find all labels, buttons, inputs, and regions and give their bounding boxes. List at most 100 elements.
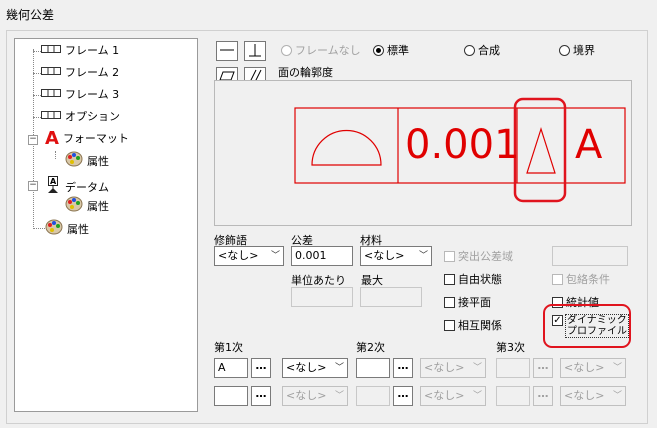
per-unit-label: 単位あたり (291, 274, 346, 287)
radio-circle (281, 44, 292, 56)
secondary-datum-modifier-select-row2[interactable]: <なし> ﹀ (420, 386, 486, 406)
chevron-down-icon: ﹀ (472, 363, 482, 373)
tree-item-label: データム (65, 181, 109, 194)
modifier-value: <なし> (218, 249, 259, 262)
select-value: <なし> (286, 361, 327, 374)
tree-line (55, 151, 56, 159)
tree-item-label: フレーム 1 (65, 44, 120, 57)
tertiary-datum-modifier-select-row2[interactable]: <なし> ﹀ (560, 386, 626, 406)
radio-boundary[interactable]: 境界 (559, 42, 595, 58)
select-value: <なし> (424, 361, 465, 374)
primary-datum-input[interactable]: A (214, 358, 248, 378)
select-value: <なし> (564, 361, 605, 374)
svg-text:A: A (50, 177, 57, 186)
secondary-datum-browse-button[interactable]: … (393, 358, 413, 378)
secondary-datum-modifier-select[interactable]: <なし> ﹀ (420, 358, 486, 378)
tertiary-datum-browse-button[interactable]: … (533, 358, 553, 378)
interrelation-checkbox[interactable]: 相互関係 (444, 317, 502, 333)
checkbox-box: ✓ (552, 315, 563, 326)
tree-item-label: フォーマット (62, 132, 129, 145)
envelope-checkbox[interactable]: 包絡条件 (552, 271, 610, 287)
checkbox-label: 接平面 (458, 296, 491, 309)
checkbox-label: ダイナミック プロファイル (565, 314, 629, 338)
max-label: 最大 (361, 274, 383, 287)
select-value: <なし> (424, 389, 465, 402)
primary-datum-browse-button[interactable]: … (251, 358, 271, 378)
tree-item-attributes[interactable]: 属性 (45, 219, 89, 237)
frame-icon (41, 64, 61, 82)
perpendicularity-icon (247, 43, 263, 60)
settings-tree[interactable]: フレーム 1 フレーム 2 フレーム 3 オプション − A フォーマット 属性 … (14, 38, 198, 412)
tree-item-format-attributes[interactable]: 属性 (65, 151, 109, 169)
projected-zone-input[interactable] (552, 246, 628, 266)
radio-label: 標準 (387, 44, 409, 57)
radio-standard[interactable]: 標準 (373, 42, 409, 58)
radio-label: 境界 (573, 44, 595, 57)
tertiary-datum-label: 第3次 (496, 341, 525, 354)
projected-zone-checkbox[interactable]: 突出公差域 (444, 248, 513, 264)
dynamic-profile-checkbox[interactable]: ✓ ダイナミック プロファイル (552, 314, 629, 338)
tree-item-format[interactable]: A フォーマット (45, 130, 129, 148)
tree-item-datum[interactable]: A データム (45, 176, 109, 194)
radio-composite[interactable]: 合成 (464, 42, 500, 58)
chevron-down-icon: ﹀ (418, 251, 428, 261)
checkbox-label: 相互関係 (458, 319, 502, 332)
primary-datum-modifier-select-row2[interactable]: <なし> ﹀ (282, 386, 348, 406)
chevron-down-icon: ﹀ (612, 363, 622, 373)
tertiary-datum-input[interactable] (496, 358, 530, 378)
secondary-datum-browse-button-row2[interactable]: … (393, 386, 413, 406)
straightness-icon (219, 44, 235, 59)
primary-datum-input-row2[interactable] (214, 386, 248, 406)
frame-icon (41, 86, 61, 104)
modifier-select[interactable]: <なし> ﹀ (214, 246, 284, 266)
radio-label: 合成 (478, 44, 500, 57)
dialog-title: 幾何公差 (6, 8, 55, 22)
preview-panel: 0.001 A (214, 80, 632, 226)
checkbox-label: 突出公差域 (458, 250, 513, 263)
straightness-button[interactable] (216, 41, 238, 61)
tertiary-datum-modifier-select[interactable]: <なし> ﹀ (560, 358, 626, 378)
frame-icon (41, 108, 61, 126)
tertiary-datum-input-row2[interactable] (496, 386, 530, 406)
tree-item-label: オプション (65, 110, 120, 123)
checkbox-label-line: ダイナミック (567, 315, 627, 326)
palette-icon (65, 196, 83, 218)
chevron-down-icon: ﹀ (270, 251, 280, 261)
tertiary-datum-browse-button-row2[interactable]: … (533, 386, 553, 406)
radio-no-frame[interactable]: フレームなし (281, 42, 361, 58)
palette-icon (65, 151, 83, 173)
free-state-checkbox[interactable]: 自由状態 (444, 271, 502, 287)
max-input[interactable] (360, 287, 422, 307)
per-unit-input[interactable] (291, 287, 353, 307)
tree-item-label: フレーム 2 (65, 66, 120, 79)
primary-datum-browse-button-row2[interactable]: … (251, 386, 271, 406)
secondary-datum-label: 第2次 (356, 341, 385, 354)
collapse-datum-toggle[interactable]: − (28, 181, 38, 191)
tree-item-frame-3[interactable]: フレーム 3 (41, 86, 119, 104)
tree-item-label: 属性 (67, 223, 89, 236)
tree-item-label: 属性 (87, 200, 109, 213)
secondary-datum-input-row2[interactable] (356, 386, 390, 406)
chevron-down-icon: ﹀ (334, 391, 344, 401)
radio-circle (559, 44, 570, 56)
checkbox-label: 包絡条件 (566, 273, 610, 286)
primary-datum-modifier-select[interactable]: <なし> ﹀ (282, 358, 348, 378)
collapse-format-toggle[interactable]: − (28, 135, 38, 145)
tolerance-input[interactable]: 0.001 (291, 246, 353, 266)
checkbox-label: 自由状態 (458, 273, 502, 286)
checkbox-box (444, 250, 455, 262)
tree-item-frame-2[interactable]: フレーム 2 (41, 64, 119, 82)
secondary-datum-input[interactable] (356, 358, 390, 378)
chevron-down-icon: ﹀ (612, 391, 622, 401)
tree-item-frame-1[interactable]: フレーム 1 (41, 42, 119, 60)
tangent-plane-checkbox[interactable]: 接平面 (444, 294, 491, 310)
tree-item-options[interactable]: オプション (41, 108, 120, 126)
checkbox-label-line: プロファイル (567, 326, 627, 337)
select-value: <なし> (564, 389, 605, 402)
selected-symbol-name: 面の輪郭度 (278, 66, 333, 79)
palette-icon (45, 219, 63, 241)
tree-item-datum-attributes[interactable]: 属性 (65, 196, 109, 214)
material-select[interactable]: <なし> ﹀ (360, 246, 432, 266)
perpendicularity-button[interactable] (244, 41, 266, 61)
radio-label: フレームなし (295, 44, 361, 57)
